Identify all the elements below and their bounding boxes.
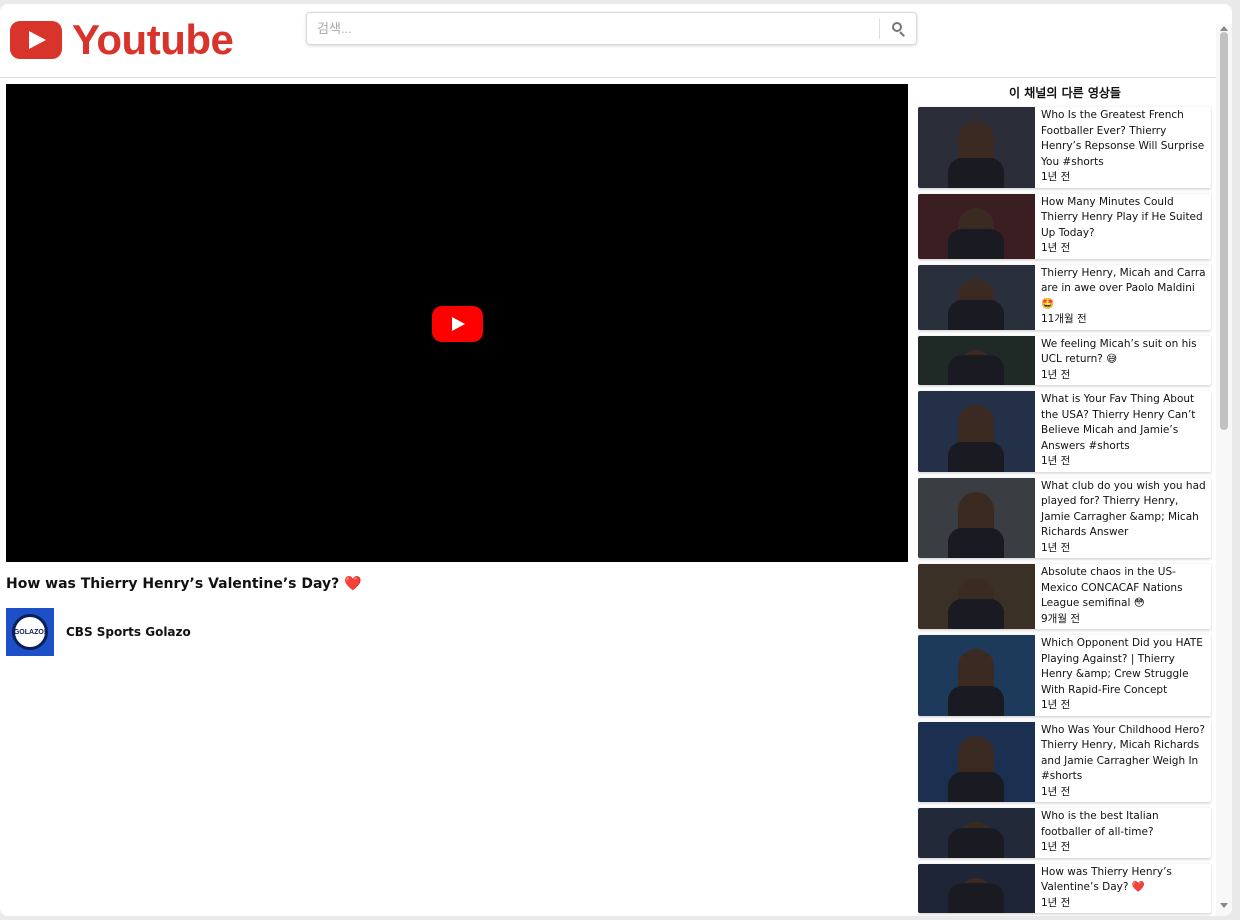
- related-video-item[interactable]: Absolute chaos in the US-Mexico CONCACAF…: [918, 564, 1211, 629]
- video-title: How was Thierry Henry’s Valentine’s Day?…: [6, 576, 362, 592]
- related-video-info: Who is the best Italian footballer of al…: [1035, 808, 1211, 858]
- related-video-item[interactable]: Who Is the Greatest French Footballer Ev…: [918, 107, 1211, 188]
- related-video-age: 1년 전: [1041, 242, 1071, 254]
- related-video-item[interactable]: Who Was Your Childhood Hero? Thierry Hen…: [918, 721, 1211, 803]
- search-divider: [879, 19, 880, 39]
- logo-text: Youtube: [72, 16, 234, 63]
- video-thumbnail[interactable]: [918, 335, 1035, 385]
- related-video-item[interactable]: What is Your Fav Thing About the USA? Th…: [918, 391, 1211, 472]
- related-video-age: 1년 전: [1041, 171, 1071, 183]
- sidebar-heading: 이 채널의 다른 영상들: [1009, 86, 1121, 100]
- browser-window: Youtube How was Thierry Henry’s Valentin…: [0, 4, 1232, 916]
- related-video-title[interactable]: Who Is the Greatest French Footballer Ev…: [1041, 108, 1207, 170]
- video-thumbnail[interactable]: [918, 107, 1035, 188]
- search-input[interactable]: [307, 13, 879, 44]
- video-player[interactable]: [6, 84, 908, 562]
- video-thumbnail[interactable]: [918, 564, 1035, 629]
- related-video-age: 11개월 전: [1041, 313, 1087, 325]
- video-thumbnail[interactable]: [918, 808, 1035, 858]
- related-videos-sidebar: 이 채널의 다른 영상들 Who Is the Greatest French …: [918, 82, 1212, 916]
- channel-avatar-badge: GOLAZO!: [12, 614, 48, 650]
- related-video-info: What club do you wish you had played for…: [1035, 478, 1211, 559]
- youtube-logo-icon: [10, 21, 62, 59]
- related-video-title[interactable]: We feeling Micah’s suit on his UCL retur…: [1041, 337, 1207, 368]
- video-thumbnail[interactable]: [918, 477, 1035, 558]
- related-video-list: Who Is the Greatest French Footballer Ev…: [918, 107, 1212, 913]
- channel-avatar[interactable]: GOLAZO!: [6, 608, 54, 656]
- related-video-info: We feeling Micah’s suit on his UCL retur…: [1035, 336, 1211, 386]
- related-video-age: 1년 전: [1041, 841, 1071, 853]
- logo[interactable]: Youtube: [10, 16, 234, 64]
- related-video-item[interactable]: How Many Minutes Could Thierry Henry Pla…: [918, 193, 1211, 259]
- header: Youtube: [0, 4, 1216, 78]
- video-thumbnail[interactable]: [918, 193, 1035, 259]
- related-video-item[interactable]: How was Thierry Henry’s Valentine’s Day?…: [918, 863, 1211, 914]
- video-thumbnail[interactable]: [918, 635, 1035, 716]
- related-video-info: Thierry Henry, Micah and Carra are in aw…: [1035, 265, 1211, 330]
- related-video-title[interactable]: Which Opponent Did you HATE Playing Agai…: [1041, 636, 1207, 698]
- scrollbar[interactable]: [1216, 24, 1232, 916]
- related-video-info: Who Was Your Childhood Hero? Thierry Hen…: [1035, 722, 1211, 803]
- related-video-title[interactable]: How was Thierry Henry’s Valentine’s Day?…: [1041, 865, 1207, 896]
- related-video-title[interactable]: Who is the best Italian footballer of al…: [1041, 809, 1207, 840]
- video-thumbnail[interactable]: [918, 391, 1035, 472]
- related-video-age: 9개월 전: [1041, 612, 1080, 625]
- related-video-info: How Many Minutes Could Thierry Henry Pla…: [1035, 194, 1211, 259]
- play-icon[interactable]: [432, 306, 483, 342]
- scrollbar-thumb[interactable]: [1220, 32, 1228, 430]
- related-video-item[interactable]: Thierry Henry, Micah and Carra are in aw…: [918, 264, 1211, 330]
- related-video-title[interactable]: Thierry Henry, Micah and Carra are in aw…: [1041, 266, 1207, 313]
- search-bar: [306, 12, 917, 45]
- related-video-age: 1년 전: [1041, 785, 1071, 798]
- related-video-info: What is Your Fav Thing About the USA? Th…: [1035, 391, 1211, 472]
- channel-name[interactable]: CBS Sports Golazo: [66, 625, 191, 639]
- related-video-info: Absolute chaos in the US-Mexico CONCACAF…: [1035, 564, 1211, 629]
- related-video-age: 1년 전: [1041, 368, 1071, 381]
- related-video-age: 1년 전: [1041, 455, 1071, 467]
- related-video-info: How was Thierry Henry’s Valentine’s Day?…: [1035, 864, 1211, 914]
- related-video-age: 1년 전: [1041, 699, 1071, 711]
- related-video-age: 1년 전: [1041, 541, 1071, 554]
- related-video-item[interactable]: Who is the best Italian footballer of al…: [918, 808, 1211, 858]
- related-video-title[interactable]: What club do you wish you had played for…: [1041, 479, 1207, 541]
- scroll-up-icon[interactable]: [1220, 26, 1228, 31]
- channel-info: GOLAZO! CBS Sports Golazo: [6, 608, 191, 656]
- related-video-title[interactable]: How Many Minutes Could Thierry Henry Pla…: [1041, 195, 1207, 242]
- related-video-title[interactable]: Absolute chaos in the US-Mexico CONCACAF…: [1041, 565, 1207, 612]
- search-button[interactable]: [885, 17, 913, 41]
- video-thumbnail[interactable]: [918, 721, 1035, 802]
- related-video-title[interactable]: Who Was Your Childhood Hero? Thierry Hen…: [1041, 723, 1207, 785]
- video-thumbnail[interactable]: [918, 264, 1035, 330]
- related-video-item[interactable]: What club do you wish you had played for…: [918, 477, 1211, 559]
- related-video-info: Which Opponent Did you HATE Playing Agai…: [1035, 635, 1211, 716]
- related-video-item[interactable]: Which Opponent Did you HATE Playing Agai…: [918, 635, 1211, 716]
- video-thumbnail[interactable]: [918, 863, 1035, 913]
- related-video-info: Who Is the Greatest French Footballer Ev…: [1035, 107, 1211, 188]
- related-video-age: 1년 전: [1041, 896, 1071, 909]
- related-video-item[interactable]: We feeling Micah’s suit on his UCL retur…: [918, 335, 1211, 386]
- related-video-title[interactable]: What is Your Fav Thing About the USA? Th…: [1041, 392, 1207, 454]
- scroll-down-icon[interactable]: [1220, 903, 1228, 908]
